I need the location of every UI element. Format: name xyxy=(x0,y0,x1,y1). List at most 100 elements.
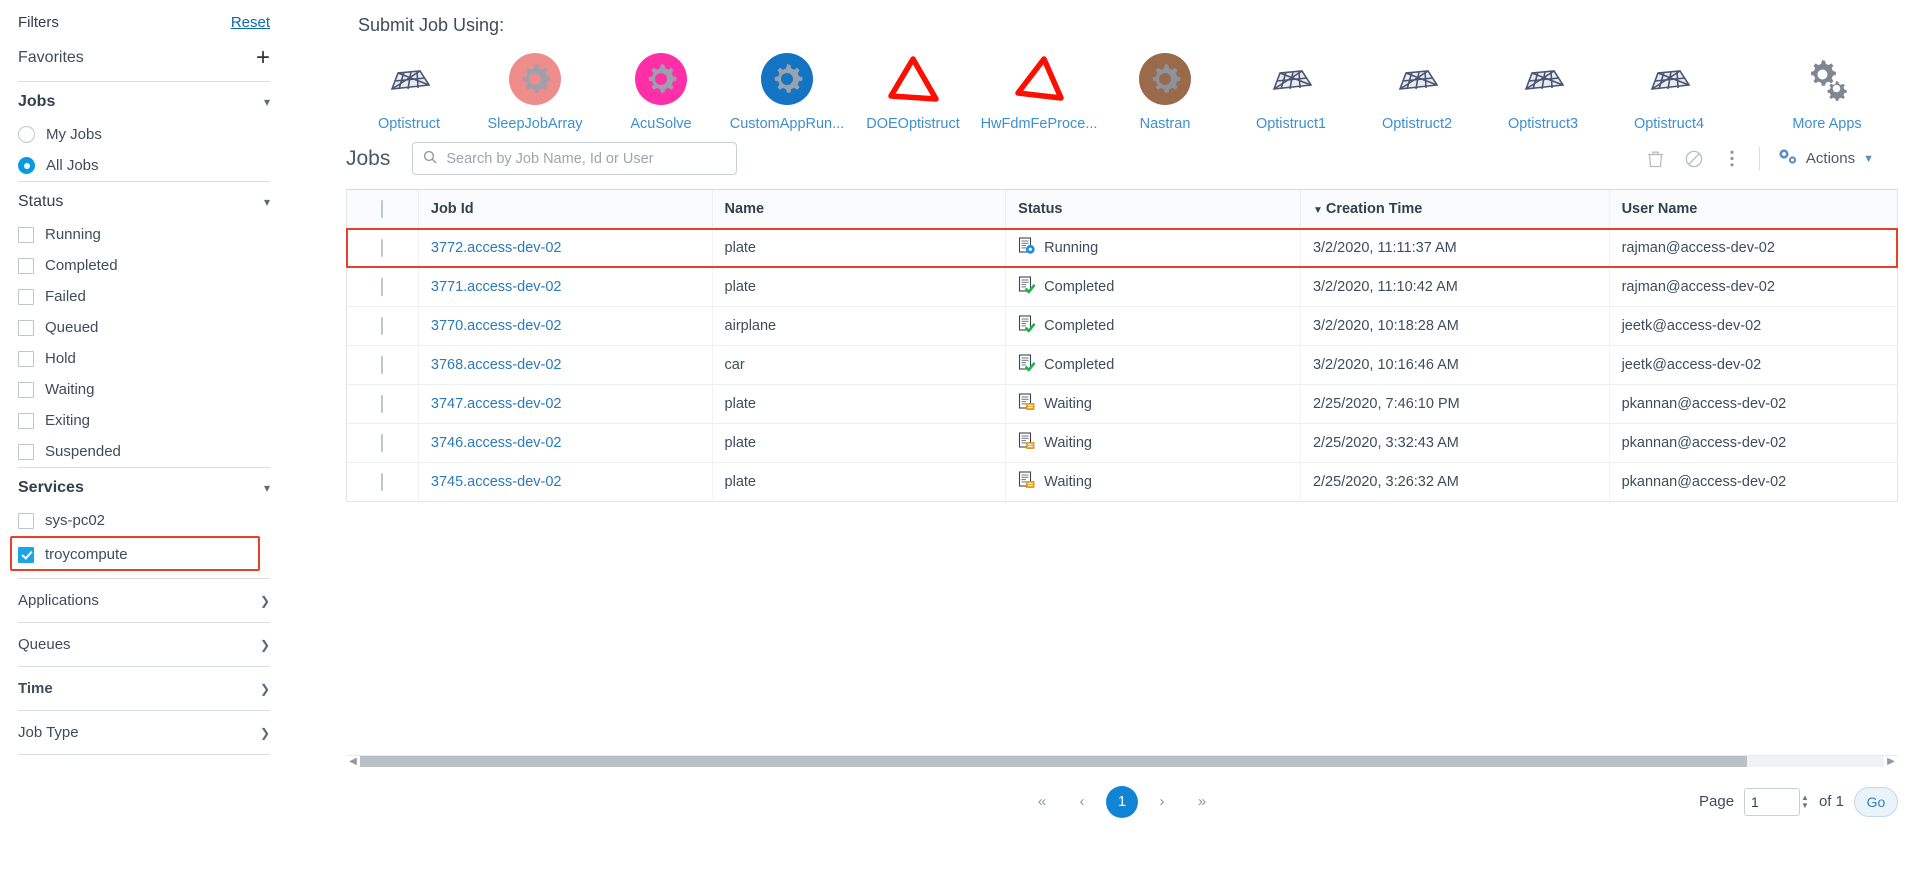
chevron-down-icon[interactable]: ▾ xyxy=(264,481,270,495)
checkbox-icon[interactable] xyxy=(18,512,34,529)
checkbox-status-completed[interactable]: Completed xyxy=(0,250,290,281)
radio-my-jobs[interactable]: My Jobs xyxy=(0,119,290,150)
sidebar-group-job-type[interactable]: Job Type ❯ xyxy=(0,711,290,754)
prev-page-button[interactable]: ‹ xyxy=(1066,786,1098,818)
chevron-right-icon[interactable]: ❯ xyxy=(260,682,270,696)
jobs-group-header[interactable]: Jobs ▾ xyxy=(0,82,290,119)
app-tile-sleepjobarray[interactable]: SleepJobArray xyxy=(472,48,598,132)
radio-icon[interactable] xyxy=(18,126,35,143)
table-row[interactable]: 3746.access-dev-02 plate Waiting 2/25/20… xyxy=(347,423,1897,463)
app-tile-optistruct3[interactable]: Optistruct3 xyxy=(1480,48,1606,132)
column-header-job-id[interactable]: Job Id xyxy=(418,190,713,229)
row-checkbox[interactable] xyxy=(381,394,384,413)
checkbox-status-running[interactable]: Running xyxy=(0,219,290,250)
chevron-down-icon[interactable]: ▾ xyxy=(264,195,270,209)
page-stepper[interactable]: ▲ ▼ xyxy=(1801,794,1809,810)
row-checkbox[interactable] xyxy=(381,472,384,491)
app-tile-optistruct2[interactable]: Optistruct2 xyxy=(1354,48,1480,132)
page-button-1[interactable]: 1 xyxy=(1106,785,1138,818)
chevron-right-icon[interactable]: ❯ xyxy=(260,638,270,652)
reset-filters-link[interactable]: Reset xyxy=(231,14,270,31)
app-tile-hwfdmfeproce[interactable]: HwFdmFeProce... xyxy=(976,48,1102,132)
column-header-name[interactable]: Name xyxy=(712,190,1007,229)
table-row[interactable]: 3770.access-dev-02 airplane Completed 3/… xyxy=(347,306,1897,346)
sidebar-group-queues[interactable]: Queues ❯ xyxy=(0,623,290,666)
scroll-right-arrow[interactable]: ▶ xyxy=(1884,756,1898,767)
checkbox-service-troycompute[interactable]: troycompute xyxy=(0,539,290,570)
app-tile-acusolve[interactable]: AcuSolve xyxy=(598,48,724,132)
chevron-down-icon[interactable]: ▾ xyxy=(264,95,270,109)
stepper-up-icon[interactable]: ▲ xyxy=(1801,794,1809,802)
sidebar-group-applications[interactable]: Applications ❯ xyxy=(0,579,290,622)
checkbox-icon[interactable] xyxy=(18,381,34,398)
app-tile-optistruct1[interactable]: Optistruct1 xyxy=(1228,48,1354,132)
job-id-link[interactable]: 3747.access-dev-02 xyxy=(431,396,562,412)
search-input[interactable] xyxy=(444,149,727,168)
scrollbar-track[interactable] xyxy=(360,756,1884,767)
checkbox-icon[interactable] xyxy=(18,412,34,429)
checkbox-icon[interactable] xyxy=(18,288,34,305)
plus-icon[interactable]: + xyxy=(256,46,270,70)
more-apps-button[interactable]: More Apps xyxy=(1764,48,1890,132)
table-row[interactable]: 3771.access-dev-02 plate Completed 3/2/2… xyxy=(347,267,1897,307)
checkbox-status-suspended[interactable]: Suspended xyxy=(0,436,290,467)
chevron-right-icon[interactable]: ❯ xyxy=(260,726,270,740)
page-number-input[interactable] xyxy=(1744,787,1801,816)
row-checkbox[interactable] xyxy=(381,355,384,374)
checkbox-status-hold[interactable]: Hold xyxy=(0,343,290,374)
row-checkbox[interactable] xyxy=(381,238,384,257)
checkbox-service-sys-pc02[interactable]: sys-pc02 xyxy=(0,505,290,536)
job-id-link[interactable]: 3771.access-dev-02 xyxy=(431,279,562,295)
search-box[interactable] xyxy=(412,142,738,175)
checkbox-icon[interactable] xyxy=(18,350,34,367)
scroll-left-arrow[interactable]: ◀ xyxy=(346,756,360,767)
checkbox-icon[interactable] xyxy=(18,443,34,460)
app-tile-nastran[interactable]: Nastran xyxy=(1102,48,1228,132)
kebab-menu-icon[interactable] xyxy=(1721,148,1743,170)
row-checkbox[interactable] xyxy=(381,316,384,335)
column-header-user-name[interactable]: User Name xyxy=(1609,190,1897,229)
services-group-header[interactable]: Services ▾ xyxy=(0,468,290,505)
table-row[interactable]: 3768.access-dev-02 car Completed 3/2/202… xyxy=(347,345,1897,385)
app-tile-customapprun[interactable]: CustomAppRun... xyxy=(724,48,850,132)
job-id-link[interactable]: 3768.access-dev-02 xyxy=(431,357,562,373)
checkbox-icon[interactable] xyxy=(18,257,34,274)
checkbox-status-exiting[interactable]: Exiting xyxy=(0,405,290,436)
select-all-checkbox[interactable] xyxy=(381,199,384,218)
first-page-button[interactable]: « xyxy=(1026,786,1058,818)
checkbox-icon[interactable] xyxy=(18,226,34,243)
checkbox-icon[interactable] xyxy=(18,319,34,336)
job-id-link[interactable]: 3772.access-dev-02 xyxy=(431,240,562,256)
go-button[interactable]: Go xyxy=(1854,786,1898,817)
last-page-button[interactable]: » xyxy=(1186,786,1218,818)
row-checkbox[interactable] xyxy=(381,433,384,452)
app-tile-optistruct[interactable]: Optistruct xyxy=(346,48,472,132)
job-id-link[interactable]: 3745.access-dev-02 xyxy=(431,474,562,490)
table-row[interactable]: 3747.access-dev-02 plate Waiting 2/25/20… xyxy=(347,384,1897,424)
chevron-right-icon[interactable]: ❯ xyxy=(260,594,270,608)
radio-selected-icon[interactable] xyxy=(18,157,35,174)
job-id-link[interactable]: 3770.access-dev-02 xyxy=(431,318,562,334)
job-id-link[interactable]: 3746.access-dev-02 xyxy=(431,435,562,451)
checkbox-status-queued[interactable]: Queued xyxy=(0,312,290,343)
actions-button[interactable]: Actions ▼ xyxy=(1776,146,1876,171)
horizontal-scrollbar[interactable]: ◀ ▶ xyxy=(346,754,1898,768)
sidebar-group-time[interactable]: Time ❯ xyxy=(0,667,290,710)
stepper-down-icon[interactable]: ▼ xyxy=(1801,802,1809,810)
trash-icon[interactable] xyxy=(1645,148,1667,170)
caret-down-icon[interactable]: ▼ xyxy=(1863,153,1874,165)
checkbox-status-waiting[interactable]: Waiting xyxy=(0,374,290,405)
table-row[interactable]: 3745.access-dev-02 plate Waiting 2/25/20… xyxy=(347,462,1897,501)
checkbox-status-failed[interactable]: Failed xyxy=(0,281,290,312)
radio-all-jobs[interactable]: All Jobs xyxy=(0,150,290,181)
app-tile-optistruct4[interactable]: Optistruct4 xyxy=(1606,48,1732,132)
sort-descending-icon[interactable]: ▼ xyxy=(1313,205,1323,216)
scrollbar-thumb[interactable] xyxy=(360,756,1747,767)
app-tile-doeoptistruct[interactable]: DOEOptistruct xyxy=(850,48,976,132)
checkbox-checked-icon[interactable] xyxy=(18,546,34,563)
column-header-creation-time[interactable]: ▼ Creation Time xyxy=(1300,190,1610,229)
status-group-header[interactable]: Status ▾ xyxy=(0,182,290,219)
next-page-button[interactable]: › xyxy=(1146,786,1178,818)
row-checkbox[interactable] xyxy=(381,277,384,296)
column-header-status[interactable]: Status xyxy=(1005,190,1301,229)
